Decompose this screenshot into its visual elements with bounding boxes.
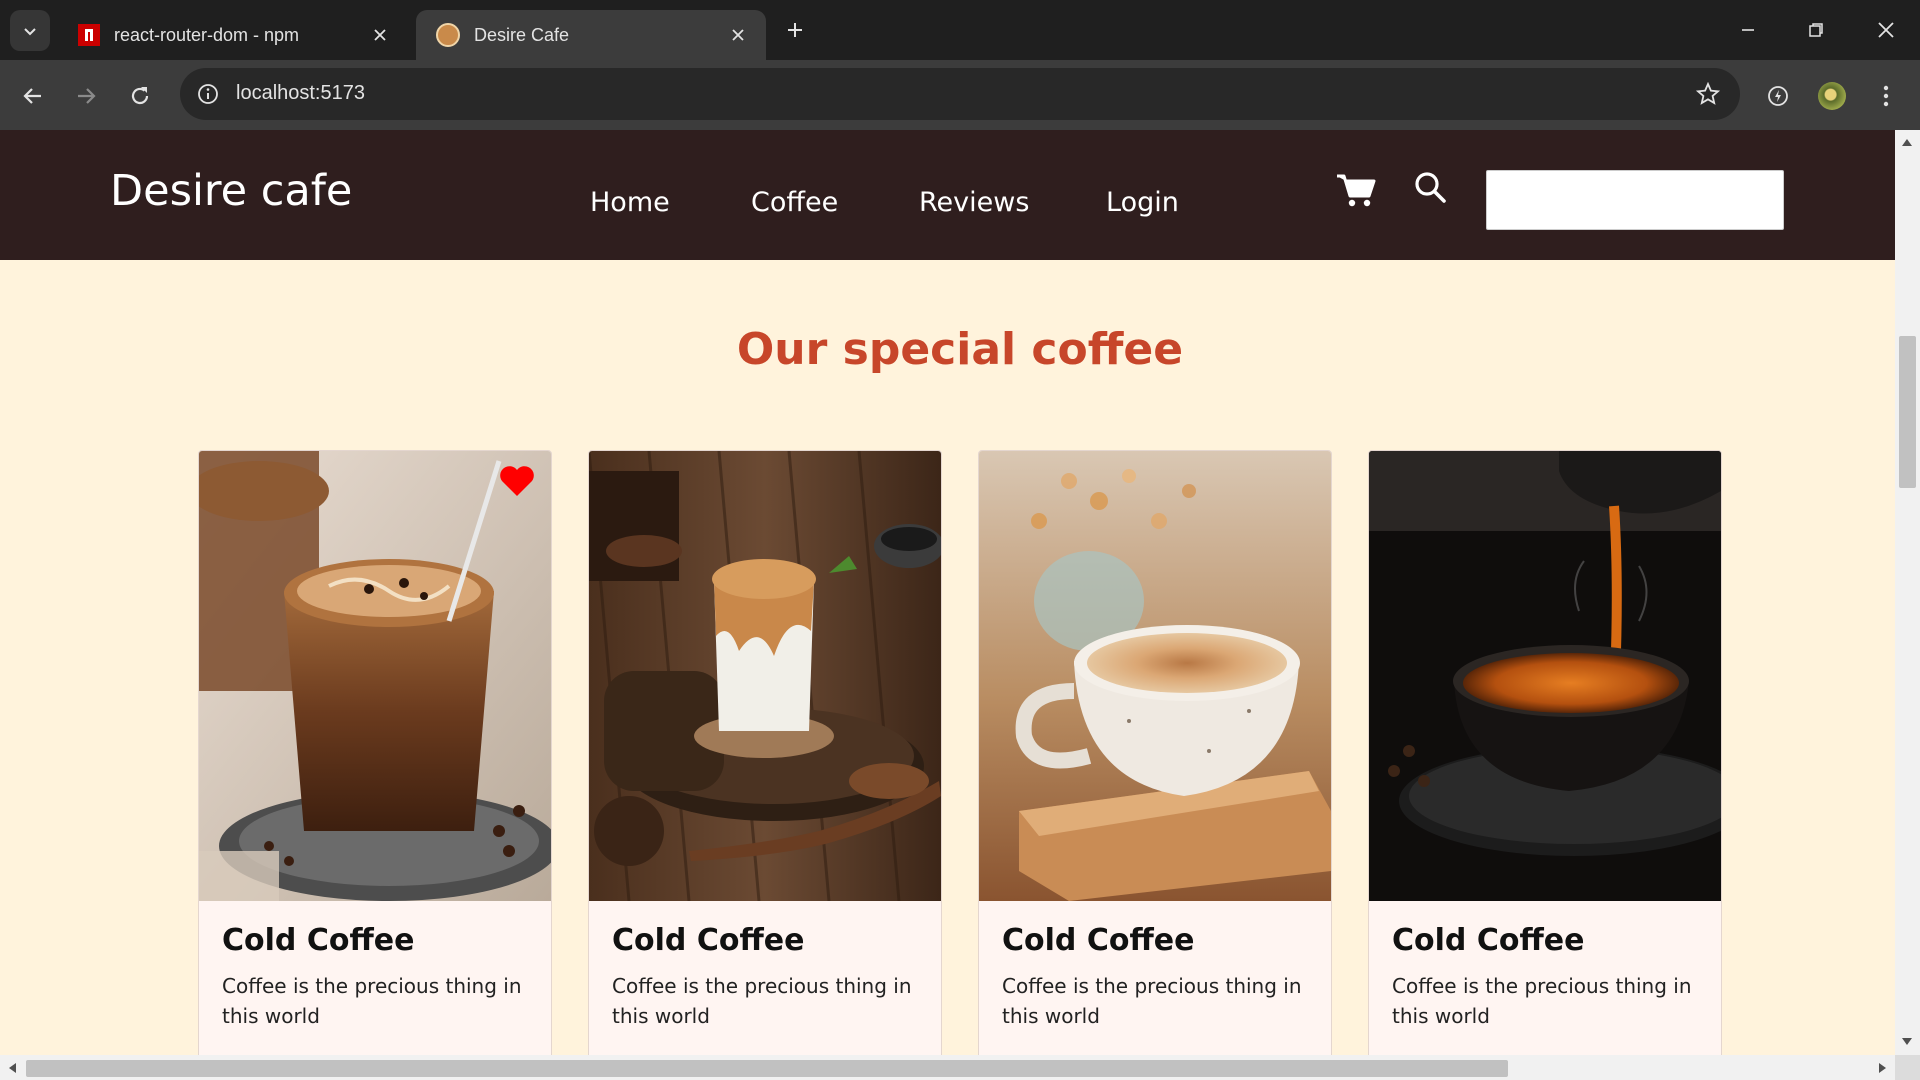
product-name: Cold Coffee xyxy=(1392,923,1585,958)
search-input[interactable] xyxy=(1486,170,1784,230)
star-icon xyxy=(1696,82,1720,105)
close-window-button[interactable] xyxy=(1866,12,1906,48)
product-name: Cold Coffee xyxy=(1002,923,1195,958)
product-card[interactable]: Cold Coffee Coffee is the precious thing… xyxy=(1368,450,1722,1055)
browser-toolbar: localhost:5173 xyxy=(0,60,1920,130)
tab-close-button[interactable] xyxy=(724,21,752,49)
tab-desire-cafe[interactable]: Desire Cafe xyxy=(416,10,766,60)
page-viewport: Desire cafe Home Coffee Reviews Login Ou… xyxy=(0,130,1895,1055)
dalgona-coffee-image xyxy=(589,451,941,901)
new-tab-button[interactable] xyxy=(780,15,810,45)
close-icon xyxy=(1878,22,1894,38)
scroll-right-arrow-icon[interactable] xyxy=(1877,1061,1889,1075)
site-info-button[interactable] xyxy=(194,80,222,108)
scrollbar-corner xyxy=(1895,1055,1920,1080)
tab-title: Desire Cafe xyxy=(474,24,570,45)
nav-link-reviews[interactable]: Reviews xyxy=(919,187,1029,218)
avatar xyxy=(1818,82,1846,110)
chevron-down-icon xyxy=(24,27,36,35)
npm-favicon-icon xyxy=(78,24,100,46)
vertical-scrollbar[interactable] xyxy=(1895,130,1920,1055)
product-card[interactable]: Cold Coffee Coffee is the precious thing… xyxy=(198,450,552,1055)
vertical-scrollbar-thumb[interactable] xyxy=(1899,336,1916,488)
cafe-favicon-icon xyxy=(436,23,460,47)
url-text: localhost:5173 xyxy=(236,82,365,104)
minimize-icon xyxy=(1742,29,1754,31)
product-name: Cold Coffee xyxy=(222,923,415,958)
nav-link-home[interactable]: Home xyxy=(590,187,670,218)
tab-close-button[interactable] xyxy=(366,21,394,49)
more-vertical-icon xyxy=(1883,85,1889,107)
browser-tab-strip: react-router-dom - npm Desire Cafe xyxy=(0,0,1920,60)
bookmark-button[interactable] xyxy=(1694,80,1722,108)
product-card[interactable]: Cold Coffee Coffee is the precious thing… xyxy=(978,450,1332,1055)
profile-button[interactable] xyxy=(1812,76,1852,116)
info-icon xyxy=(198,84,218,104)
iced-coffee-image xyxy=(199,451,551,901)
product-description: Coffee is the precious thing in this wor… xyxy=(612,974,912,1028)
restore-button[interactable] xyxy=(1796,12,1836,48)
scroll-left-arrow-icon[interactable] xyxy=(6,1061,18,1075)
close-icon xyxy=(374,29,386,41)
address-bar[interactable]: localhost:5173 xyxy=(180,68,1740,120)
product-description: Coffee is the precious thing in this wor… xyxy=(222,974,522,1028)
favorite-heart-icon[interactable] xyxy=(499,465,535,497)
horizontal-scrollbar-thumb[interactable] xyxy=(26,1060,1508,1077)
plus-icon xyxy=(788,23,802,37)
back-button[interactable] xyxy=(13,76,53,116)
forward-button[interactable] xyxy=(66,76,106,116)
scroll-up-arrow-icon[interactable] xyxy=(1900,136,1914,148)
cappuccino-image xyxy=(979,451,1331,901)
arrow-right-icon xyxy=(78,88,96,104)
nav-link-login[interactable]: Login xyxy=(1106,187,1179,218)
extension-button[interactable] xyxy=(1758,76,1798,116)
scroll-down-arrow-icon[interactable] xyxy=(1900,1036,1914,1048)
product-card[interactable]: Cold Coffee Coffee is the precious thing… xyxy=(588,450,942,1055)
espresso-image xyxy=(1369,451,1721,901)
cart-icon[interactable] xyxy=(1336,172,1376,208)
search-icon[interactable] xyxy=(1413,170,1447,204)
close-icon xyxy=(732,29,744,41)
product-description: Coffee is the precious thing in this wor… xyxy=(1002,974,1302,1028)
site-logo[interactable]: Desire cafe xyxy=(110,166,352,216)
browser-menu-button[interactable] xyxy=(1866,76,1906,116)
tab-search-button[interactable] xyxy=(10,10,50,51)
nav-link-coffee[interactable]: Coffee xyxy=(751,187,838,218)
site-header: Desire cafe Home Coffee Reviews Login xyxy=(0,130,1895,260)
performance-icon xyxy=(1768,86,1788,106)
product-description: Coffee is the precious thing in this wor… xyxy=(1392,974,1692,1028)
reload-button[interactable] xyxy=(120,76,160,116)
tab-title: react-router-dom - npm xyxy=(114,24,300,45)
reload-icon xyxy=(131,87,149,105)
minimize-button[interactable] xyxy=(1728,12,1768,48)
tab-react-router-dom[interactable]: react-router-dom - npm xyxy=(58,10,408,60)
restore-icon xyxy=(1809,23,1823,37)
arrow-left-icon xyxy=(23,88,41,104)
product-name: Cold Coffee xyxy=(612,923,805,958)
section-title: Our special coffee xyxy=(736,324,1184,375)
